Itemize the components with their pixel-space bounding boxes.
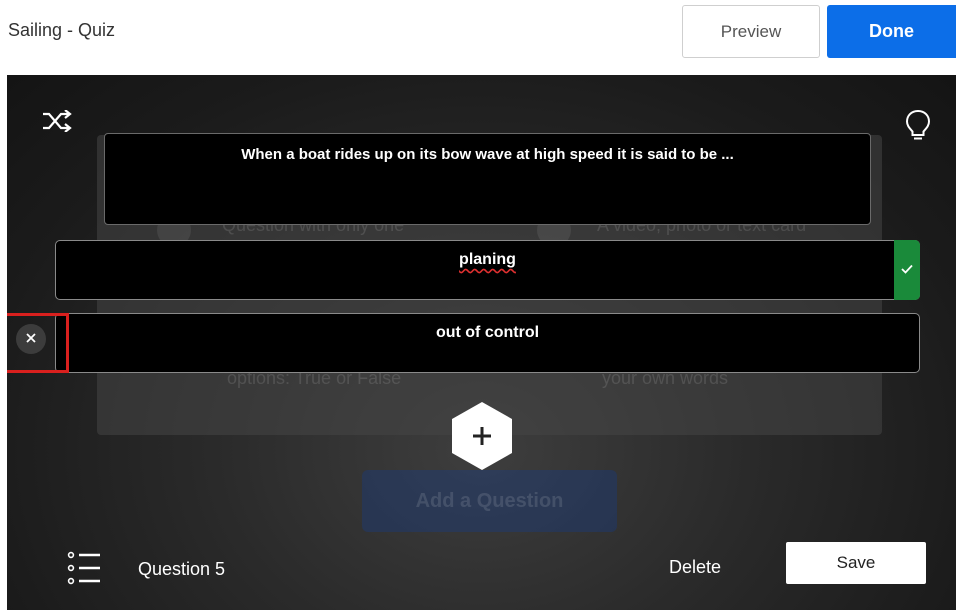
question-input[interactable]: When a boat rides up on its bow wave at … (104, 133, 871, 225)
done-button[interactable]: Done (827, 5, 956, 58)
quiz-editor-stage: Question with only one A video, photo or… (7, 75, 956, 610)
answer-text: out of control (435, 324, 540, 341)
shuffle-icon[interactable] (37, 105, 77, 137)
top-bar: Sailing - Quiz Preview Done (0, 0, 956, 70)
question-number-label: Question 5 (138, 559, 226, 579)
quiz-title: Sailing - Quiz (8, 20, 116, 40)
checkmark-icon (901, 261, 913, 279)
answer-text: planing (459, 251, 516, 268)
bottom-toolbar: Question 5 Delete Save (7, 535, 956, 610)
background-add-question: Add a Question (362, 470, 617, 532)
answer-input-1[interactable]: planing (55, 240, 920, 300)
save-button[interactable]: Save (786, 542, 926, 584)
close-icon (26, 330, 36, 348)
list-icon[interactable] (67, 550, 101, 591)
lightbulb-icon[interactable] (900, 107, 936, 145)
answer-input-2[interactable]: out of control (55, 313, 920, 373)
preview-button[interactable]: Preview (682, 5, 820, 58)
remove-answer-button[interactable] (16, 324, 46, 354)
delete-button[interactable]: Delete (655, 553, 735, 581)
correct-answer-toggle[interactable] (894, 240, 920, 300)
add-answer-button[interactable] (450, 400, 514, 472)
